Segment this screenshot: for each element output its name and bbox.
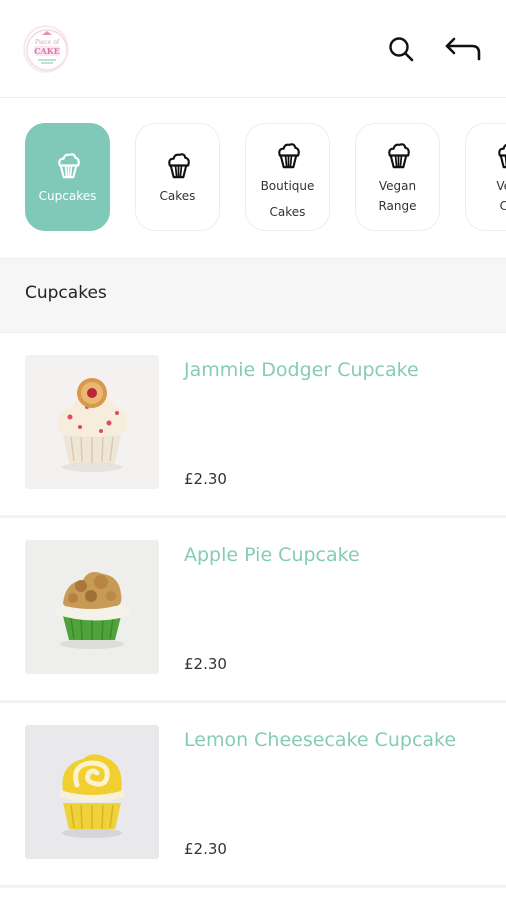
category-label-line-1: Veg: [496, 179, 506, 193]
cupcake-icon: [278, 143, 300, 169]
category-label-line-1: Boutique: [260, 179, 315, 193]
category-cupcakes[interactable]: Cupcakes: [25, 123, 110, 231]
product-price: £2.30: [184, 840, 227, 858]
category-label-line-2: Ca: [499, 199, 506, 213]
category-boutique-cakes[interactable]: Cakes Boutique: [245, 123, 330, 231]
category-label-line-1: Vegan: [378, 179, 417, 193]
cupcake-icon: [168, 153, 190, 179]
section-header: Cupcakes: [0, 258, 506, 333]
category-label: Cakes: [159, 189, 196, 203]
product-item[interactable]: Lemon Cheesecake Cupcake £2.30: [0, 703, 506, 888]
cupcake-icon: [498, 143, 506, 169]
app-header: Piece of CAKE: [0, 0, 506, 98]
brand-logo[interactable]: Piece of CAKE: [24, 26, 68, 72]
category-strip[interactable]: Cupcakes Cakes Cakes Boutique Range Vega…: [0, 98, 506, 258]
category-label-line-2: Range: [378, 199, 417, 213]
section-title: Cupcakes: [25, 283, 107, 303]
category-vegan-range[interactable]: Range Vegan: [355, 123, 440, 231]
product-item[interactable]: Apple Pie Cupcake £2.30: [0, 518, 506, 703]
product-image: [25, 355, 159, 489]
product-name: Jammie Dodger Cupcake: [184, 359, 419, 381]
category-label-line-2: Cakes: [269, 205, 306, 219]
search-icon[interactable]: [386, 34, 416, 64]
product-name: Lemon Cheesecake Cupcake: [184, 729, 457, 751]
back-arrow-icon[interactable]: [444, 34, 482, 64]
product-price: £2.30: [184, 470, 227, 488]
cupcake-icon: [58, 153, 80, 179]
product-name: Apple Pie Cupcake: [184, 544, 360, 566]
product-price: £2.30: [184, 655, 227, 673]
svg-text:Piece of: Piece of: [35, 39, 60, 46]
cupcake-icon: [388, 143, 410, 169]
category-vegan-cakes[interactable]: Ca Veg: [465, 123, 506, 231]
product-item[interactable]: Jammie Dodger Cupcake £2.30: [0, 333, 506, 518]
product-image: [25, 725, 159, 859]
category-cakes[interactable]: Cakes: [135, 123, 220, 231]
category-label: Cupcakes: [38, 189, 97, 203]
product-image: [25, 540, 159, 674]
svg-text:CAKE: CAKE: [34, 46, 60, 56]
